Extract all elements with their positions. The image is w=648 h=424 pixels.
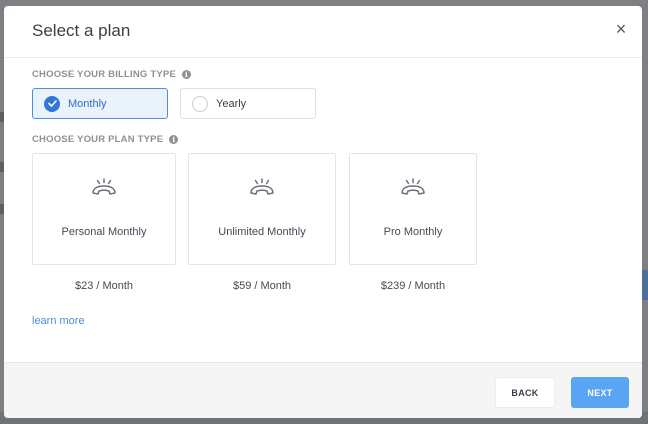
plan-price-unlimited: $59 / Month — [232, 280, 292, 292]
plan-price-pro: $239 / Month — [380, 280, 446, 292]
next-button[interactable]: NEXT — [571, 377, 629, 408]
select-plan-modal: Select a plan × CHOOSE YOUR BILLING TYPE… — [4, 6, 642, 418]
billing-type-label: CHOOSE YOUR BILLING TYPE i — [32, 69, 191, 80]
billing-option-label: Monthly — [68, 97, 107, 110]
close-icon: × — [615, 19, 627, 39]
billing-option-yearly[interactable]: Yearly — [180, 88, 316, 119]
plan-card-unlimited[interactable]: Unlimited Monthly — [188, 153, 336, 265]
plan-name: Unlimited Monthly — [218, 226, 306, 238]
close-button[interactable]: × — [612, 20, 630, 38]
ringing-phone-icon — [90, 178, 118, 203]
learn-more-link[interactable]: learn more — [32, 315, 85, 327]
plan-type-label: CHOOSE YOUR PLAN TYPE i — [32, 134, 179, 145]
billing-type-label-text: CHOOSE YOUR BILLING TYPE — [32, 69, 176, 80]
ringing-phone-icon — [399, 178, 427, 203]
back-button[interactable]: BACK — [495, 377, 555, 408]
modal-header: Select a plan × — [4, 6, 642, 58]
info-icon[interactable]: i — [181, 70, 191, 79]
plan-type-label-text: CHOOSE YOUR PLAN TYPE — [32, 134, 164, 145]
info-icon[interactable]: i — [169, 135, 179, 144]
plan-name: Personal Monthly — [61, 226, 147, 238]
checkmark-icon — [44, 95, 60, 112]
plan-card-pro[interactable]: Pro Monthly — [349, 153, 477, 265]
plan-card-personal[interactable]: Personal Monthly — [32, 153, 176, 265]
billing-option-label: Yearly — [216, 97, 247, 110]
billing-option-monthly[interactable]: Monthly — [32, 88, 168, 119]
modal-title: Select a plan — [32, 21, 131, 40]
modal-footer: BACK NEXT — [4, 362, 642, 418]
radio-icon — [192, 95, 208, 112]
plan-price-personal: $23 / Month — [74, 280, 134, 292]
plan-name: Pro Monthly — [383, 226, 443, 238]
ringing-phone-icon — [248, 178, 276, 203]
